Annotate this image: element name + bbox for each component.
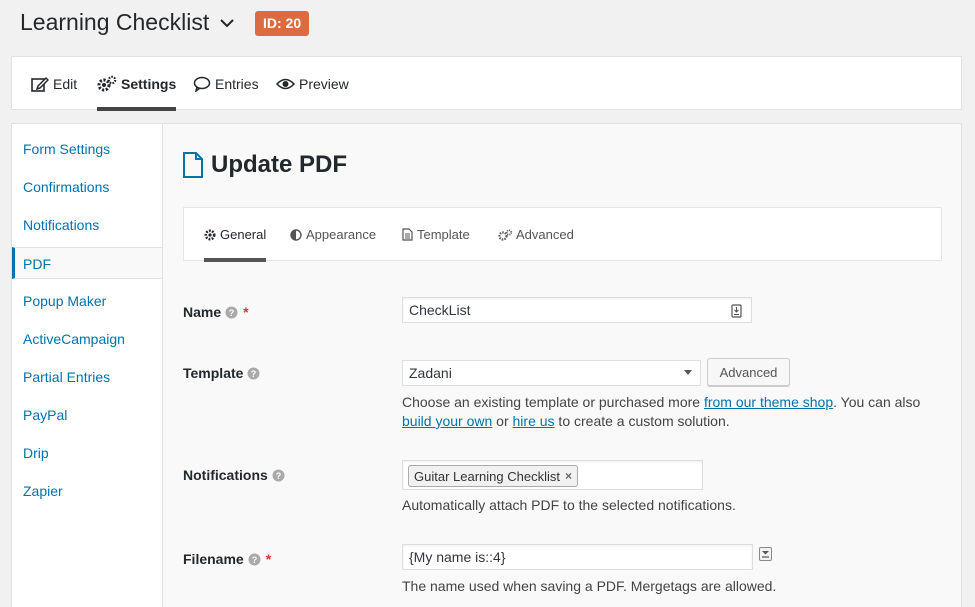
page-title: Update PDF [211, 151, 348, 178]
required-marker: * [265, 551, 272, 567]
template-advanced-button[interactable]: Advanced [707, 358, 790, 386]
remove-token-icon[interactable]: × [565, 469, 572, 483]
document-icon [182, 152, 204, 181]
filename-label-text: Filename [183, 551, 244, 567]
help-icon[interactable]: ? [248, 553, 261, 566]
sidebar-item-paypal[interactable]: PayPal [12, 399, 163, 431]
svg-text:?: ? [276, 471, 282, 481]
toolbar-preview-label: Preview [299, 76, 349, 92]
toolbar-preview[interactable]: Preview [276, 57, 349, 111]
svg-text:?: ? [251, 555, 257, 565]
name-input[interactable]: CheckList [402, 297, 752, 323]
tab-template[interactable]: Template [402, 208, 470, 261]
toolbar-entries[interactable]: Entries [193, 57, 259, 111]
notifications-label-text: Notifications [183, 467, 268, 483]
svg-text:?: ? [229, 308, 235, 318]
template-select[interactable]: Zadani [402, 360, 701, 386]
chevron-down-icon [684, 370, 692, 375]
build-your-own-link[interactable]: build your own [402, 413, 492, 429]
document-icon [402, 228, 413, 241]
sidebar-item-confirmations[interactable]: Confirmations [12, 171, 163, 203]
template-field-label: Template ? [183, 365, 260, 381]
toolbar-settings[interactable]: Settings [97, 57, 177, 111]
theme-shop-link[interactable]: from our theme shop [704, 394, 833, 410]
toolbar-entries-label: Entries [215, 76, 259, 92]
notification-token: Guitar Learning Checklist × [408, 465, 578, 487]
gear-icon [204, 229, 216, 240]
required-marker: * [243, 304, 249, 320]
gears-icon [498, 229, 512, 241]
sidebar-item-popup-maker[interactable]: Popup Maker [12, 285, 163, 317]
template-label-text: Template [183, 365, 244, 381]
notifications-multiselect[interactable]: Guitar Learning Checklist × [402, 460, 703, 490]
eye-icon [276, 78, 295, 90]
mergetag-icon[interactable] [759, 547, 772, 561]
speech-bubble-icon [193, 76, 211, 92]
filename-description: The name used when saving a PDF. Mergeta… [402, 578, 777, 594]
name-field-label: Name ? * [183, 304, 249, 320]
settings-sidebar: Form Settings Confirmations Notification… [11, 123, 164, 607]
template-selected-value: Zadani [409, 365, 452, 381]
sidebar-item-form-settings[interactable]: Form Settings [12, 133, 163, 165]
toolbar-edit[interactable]: Edit [31, 57, 77, 111]
contrast-icon [290, 228, 302, 241]
notification-token-label: Guitar Learning Checklist [414, 468, 560, 484]
top-bar: Learning Checklist ID: 20 [0, 0, 975, 48]
svg-text:?: ? [251, 369, 257, 379]
tab-template-label: Template [417, 227, 470, 242]
toolbar-edit-label: Edit [53, 76, 78, 92]
tab-appearance-label: Appearance [306, 227, 377, 242]
sidebar-item-pdf[interactable]: PDF [12, 247, 164, 279]
toolbar-settings-label: Settings [121, 76, 177, 92]
name-input-value: CheckList [409, 302, 471, 318]
chevron-down-icon[interactable] [218, 14, 236, 32]
pdf-settings-panel: Update PDF General Appearance Template A… [162, 123, 962, 607]
sidebar-item-partial-entries[interactable]: Partial Entries [12, 361, 163, 393]
form-toolbar: Edit Settings Entries Preview [11, 56, 962, 111]
name-label-text: Name [183, 304, 222, 320]
tab-general[interactable]: General [204, 208, 267, 262]
help-icon[interactable]: ? [272, 469, 285, 482]
notifications-field-label: Notifications ? [183, 467, 285, 483]
filename-field-label: Filename ? * [183, 551, 271, 567]
help-icon[interactable]: ? [247, 367, 260, 380]
sidebar-item-zapier[interactable]: Zapier [12, 475, 163, 507]
mergetag-icon[interactable] [731, 304, 742, 318]
sidebar-item-drip[interactable]: Drip [12, 437, 163, 469]
help-icon[interactable]: ? [225, 306, 238, 319]
tab-advanced[interactable]: Advanced [498, 208, 574, 261]
tab-appearance[interactable]: Appearance [290, 208, 376, 261]
tab-general-label: General [220, 227, 267, 242]
tab-advanced-label: Advanced [516, 227, 574, 242]
sidebar-item-activecampaign[interactable]: ActiveCampaign [12, 323, 163, 355]
template-description: Choose an existing template or purchased… [402, 394, 921, 429]
form-id-badge: ID: 20 [255, 11, 310, 36]
filename-input-value: {My name is::4} [409, 549, 506, 565]
gears-icon [97, 75, 117, 92]
sidebar-item-notifications[interactable]: Notifications [12, 209, 163, 241]
form-title: Learning Checklist [20, 9, 210, 35]
edit-icon [31, 76, 49, 92]
filename-input[interactable]: {My name is::4} [402, 544, 753, 570]
notifications-description: Automatically attach PDF to the selected… [402, 497, 736, 513]
hire-us-link[interactable]: hire us [513, 413, 555, 429]
pdf-tabs: General Appearance Template Advanced [183, 207, 942, 262]
